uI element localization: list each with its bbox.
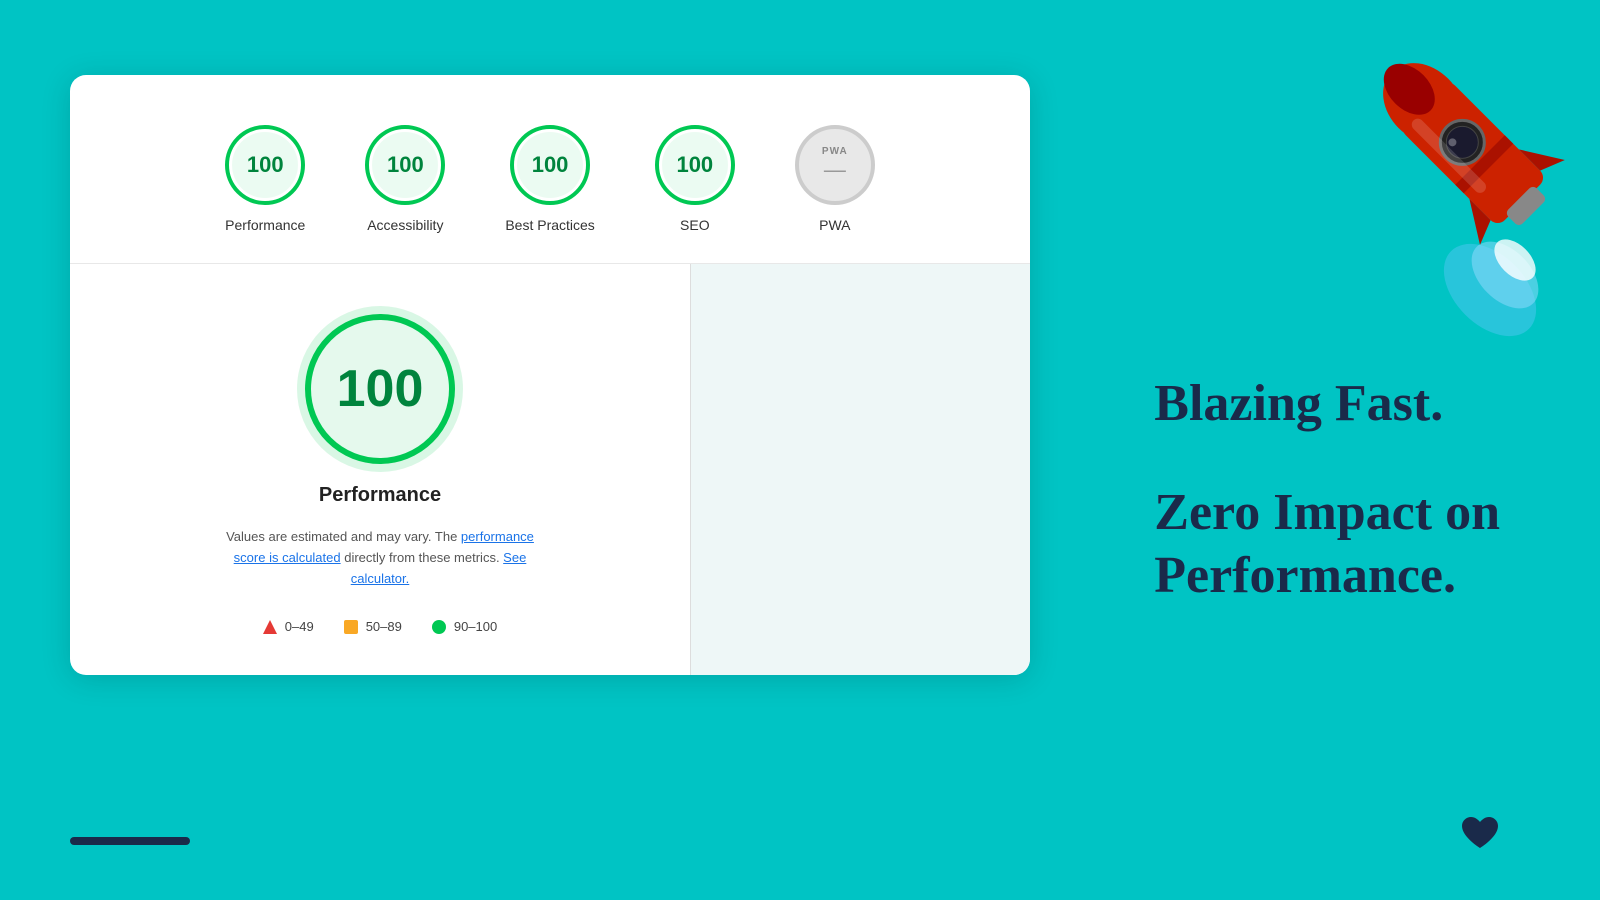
rocket-container <box>1350 0 1570 340</box>
score-item-seo: 100 SEO <box>655 125 735 233</box>
description-text-middle: directly from these metrics. <box>341 550 504 565</box>
bottom-bar <box>70 837 190 845</box>
score-circle-seo: 100 <box>655 125 735 205</box>
legend-range-red: 0–49 <box>285 619 314 634</box>
bottom-section: 100 Performance Values are estimated and… <box>70 264 1030 675</box>
score-description: Values are estimated and may vary. The p… <box>210 527 550 589</box>
left-panel: 100 Performance Values are estimated and… <box>70 264 690 675</box>
pwa-dash: — <box>824 157 846 183</box>
tagline-line1: Blazing Fast. <box>1154 375 1500 432</box>
big-score-circle: 100 <box>305 314 455 464</box>
lighthouse-card: 100 Performance 100 Accessibility 100 Be… <box>70 75 1030 675</box>
tagline-container: Blazing Fast. Zero Impact on Performance… <box>1154 375 1500 607</box>
big-score-value: 100 <box>337 359 424 419</box>
pwa-wrapper: PWA — <box>822 147 848 183</box>
score-value-seo: 100 <box>676 152 713 178</box>
score-label-accessibility: Accessibility <box>367 217 443 233</box>
legend: 0–49 50–89 90–100 <box>263 619 497 634</box>
score-label-performance: Performance <box>225 217 305 233</box>
legend-range-green: 90–100 <box>454 619 497 634</box>
tagline-line2-container: Zero Impact on Performance. <box>1154 482 1500 607</box>
legend-item-orange: 50–89 <box>344 619 402 634</box>
score-circle-accessibility: 100 <box>365 125 445 205</box>
pwa-badge-text: PWA <box>822 147 848 157</box>
heart-icon <box>1460 815 1500 860</box>
score-label-seo: SEO <box>680 217 710 233</box>
orange-square-icon <box>344 620 358 634</box>
score-circle-performance: 100 <box>225 125 305 205</box>
score-value-performance: 100 <box>247 152 284 178</box>
score-label-pwa: PWA <box>819 217 850 233</box>
description-text-before: Values are estimated and may vary. The <box>226 529 461 544</box>
score-item-best-practices: 100 Best Practices <box>505 125 594 233</box>
score-item-accessibility: 100 Accessibility <box>365 125 445 233</box>
score-label-best-practices: Best Practices <box>505 217 594 233</box>
score-circle-pwa: PWA — <box>795 125 875 205</box>
score-value-best-practices: 100 <box>532 152 569 178</box>
big-score-label: Performance <box>319 484 441 507</box>
legend-item-green: 90–100 <box>432 619 497 634</box>
legend-range-orange: 50–89 <box>366 619 402 634</box>
green-circle-icon <box>432 620 446 634</box>
tagline-line3: Performance. <box>1154 545 1500 607</box>
score-value-accessibility: 100 <box>387 152 424 178</box>
score-item-performance: 100 Performance <box>225 125 305 233</box>
score-circle-best-practices: 100 <box>510 125 590 205</box>
tagline-line2: Zero Impact on <box>1154 482 1500 544</box>
right-panel <box>691 264 1030 675</box>
scores-row: 100 Performance 100 Accessibility 100 Be… <box>70 75 1030 264</box>
legend-item-red: 0–49 <box>263 619 314 634</box>
score-item-pwa: PWA — PWA <box>795 125 875 233</box>
red-triangle-icon <box>263 620 277 634</box>
rocket-svg <box>1350 0 1570 340</box>
